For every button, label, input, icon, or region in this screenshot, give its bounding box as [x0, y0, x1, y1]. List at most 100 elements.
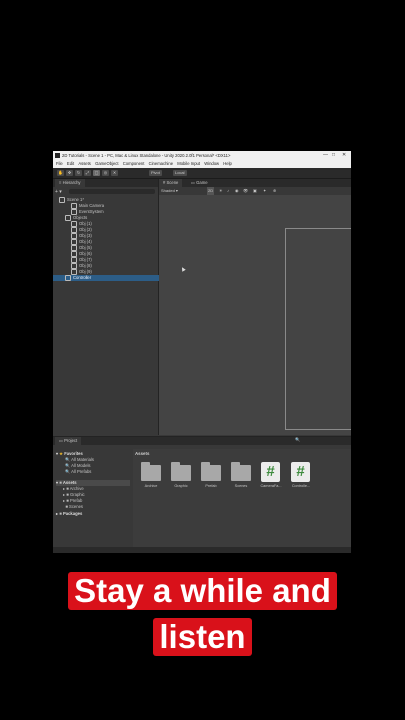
asset-folder-label: Graphic	[69, 492, 85, 497]
scene-viewport[interactable]	[159, 195, 351, 435]
local-label: Local	[175, 170, 185, 175]
audio-icon[interactable]: ♪	[227, 187, 229, 195]
caption-line-1-wrap: Stay a while and	[0, 572, 405, 610]
rotate-tool-icon[interactable]: ↻	[75, 170, 82, 176]
shading-mode-dropdown[interactable]: Shaded ▾	[161, 187, 178, 195]
camera-bounds	[285, 228, 351, 430]
gameobject-icon	[65, 275, 71, 281]
packages-node[interactable]: ▸ ■ Packages	[56, 511, 82, 517]
status-bar	[53, 547, 351, 553]
toggle-2d[interactable]: 2D	[207, 187, 215, 195]
hierarchy-row-label: Obj (4)	[79, 239, 92, 245]
hand-tool-icon[interactable]: ✋	[57, 170, 64, 176]
asset-folder-item[interactable]: ■ Scenes	[63, 504, 83, 510]
pivot-label: Pivot	[151, 170, 160, 175]
tab-project[interactable]: ▭ Project	[55, 437, 82, 445]
folder-icon: ■	[66, 498, 69, 503]
packages-label: Packages	[62, 511, 83, 516]
menu-assets[interactable]: Assets	[78, 161, 91, 166]
project-panel: ▭ Project 🔍 ▾ ★ Favorites 🔍 All Material…	[53, 436, 351, 553]
main-toolbar: ✋ ✥ ↻ ⤢ ▢ ◎ ✕ Pivot Local	[53, 168, 351, 179]
screen: { "window": { "title": "2D Tutorials - S…	[0, 0, 405, 720]
unity-logo-icon	[55, 153, 60, 158]
visibility-icon[interactable]: 👁	[243, 187, 248, 195]
shading-mode-label: Shaded	[161, 188, 175, 193]
scale-tool-icon[interactable]: ⤢	[84, 170, 91, 176]
title-bar: 2D Tutorials - Scene 1 - PC, Mac & Linux…	[53, 151, 351, 160]
transform-tool-icon[interactable]: ◎	[102, 170, 109, 176]
custom-tool-icon[interactable]: ✕	[111, 170, 118, 176]
lighting-icon[interactable]: ☀	[219, 187, 223, 195]
tab-scene-label: Scene	[166, 180, 179, 185]
tab-game[interactable]: ▭ Game	[191, 179, 208, 187]
tab-scene[interactable]: # Scene	[159, 179, 183, 187]
hierarchy-row-label: Obj (2)	[79, 227, 92, 233]
add-object-button[interactable]: + ▾	[55, 189, 62, 195]
local-toggle[interactable]: Local	[173, 170, 187, 176]
close-button[interactable]: ✕	[342, 151, 346, 160]
project-search-icon[interactable]: 🔍	[295, 436, 300, 444]
caption-line-2: listen	[153, 618, 252, 656]
menu-edit[interactable]: Edit	[67, 161, 74, 166]
asset-label: Graphic	[174, 484, 188, 488]
asset-label: Scenes	[234, 484, 248, 488]
tab-project-label: Project	[64, 438, 78, 443]
hierarchy-search-input[interactable]	[69, 189, 155, 194]
tab-hierarchy-label: Hierarchy	[62, 180, 81, 185]
pivot-toggle[interactable]: Pivot	[149, 170, 162, 176]
asset-folder[interactable]: Prefab	[199, 462, 223, 495]
menu-component[interactable]: Component	[123, 161, 145, 166]
mouse-cursor-icon	[180, 266, 186, 272]
tools-icon[interactable]: ✦	[263, 187, 266, 195]
move-tool-icon[interactable]: ✥	[66, 170, 73, 176]
hierarchy-row[interactable]: Controller	[53, 275, 170, 281]
asset-folder-label: Archive	[69, 486, 84, 491]
hierarchy-panel: ≡ Hierarchy + ▾ Scene 1* Main Camera Event…	[53, 179, 170, 435]
asset-label: Archive	[144, 484, 158, 488]
folder-icon	[231, 462, 251, 481]
asset-folder[interactable]: Archive	[139, 462, 163, 495]
hierarchy-row-label: Obj (8)	[79, 263, 92, 269]
menu-file[interactable]: File	[56, 161, 63, 166]
asset-folder[interactable]: Graphic	[169, 462, 193, 495]
hierarchy-tabbar: ≡ Hierarchy	[53, 179, 158, 187]
maximize-button[interactable]: □	[332, 151, 335, 160]
hierarchy-row-label: Obj (1)	[79, 221, 92, 227]
hierarchy-row-label: Main Camera	[79, 203, 105, 209]
hierarchy-row-label: EventSystem	[79, 209, 104, 215]
favorites-label: Favorites	[64, 451, 83, 456]
assets-label: Assets	[62, 480, 77, 485]
hierarchy-row-label: Obj (3)	[79, 233, 92, 239]
asset-folder[interactable]: Scenes	[229, 462, 253, 495]
gizmos-icon[interactable]: ⊕	[273, 187, 276, 195]
hierarchy-row-label: Obj (6)	[79, 251, 92, 257]
menu-gameobject[interactable]: GameObject	[95, 161, 119, 166]
favorite-item[interactable]: 🔍 All Prefabs	[65, 469, 91, 475]
hierarchy-row-label: Obj (9)	[79, 269, 92, 275]
menu-help[interactable]: Help	[223, 161, 232, 166]
csharp-script-icon: #	[261, 462, 280, 482]
asset-script[interactable]: # CameraFa...	[259, 462, 283, 495]
window-title: 2D Tutorials - Scene 1 - PC, Mac & Linux…	[62, 153, 231, 158]
project-asset-grid: Assets Archive Graphic Prefab Scenes # Camera…	[133, 449, 351, 549]
caption-line-2-wrap: listen	[0, 618, 405, 656]
asset-label: CameraFa...	[260, 484, 282, 488]
hierarchy-row-label: Objects	[73, 215, 88, 221]
favorite-item-label: All Materials	[71, 457, 94, 462]
scene-panel: # Scene ▭ Game Shaded ▾ 2D ☀ ♪ ◉ 👁 ▣ ✦ ⊕	[159, 179, 351, 435]
tab-hierarchy[interactable]: ≡ Hierarchy	[55, 179, 85, 187]
minimize-button[interactable]: —	[323, 151, 328, 160]
project-tabbar: ▭ Project 🔍	[53, 437, 351, 445]
menu-mobile-input[interactable]: Mobile Input	[177, 161, 200, 166]
menu-cinemachine[interactable]: Cinemachine	[149, 161, 173, 166]
camera-icon[interactable]: ▣	[253, 187, 257, 195]
effects-icon[interactable]: ◉	[235, 187, 239, 195]
asset-label: Prefab	[205, 484, 217, 488]
folder-icon: ■	[65, 504, 68, 509]
asset-script[interactable]: # Controlle...	[289, 462, 313, 495]
rect-tool-icon[interactable]: ▢	[93, 170, 100, 176]
caption-line-1: Stay a while and	[68, 572, 337, 610]
tab-game-label: Game	[196, 180, 208, 185]
folder-icon	[171, 462, 191, 481]
menu-window[interactable]: Window	[204, 161, 219, 166]
